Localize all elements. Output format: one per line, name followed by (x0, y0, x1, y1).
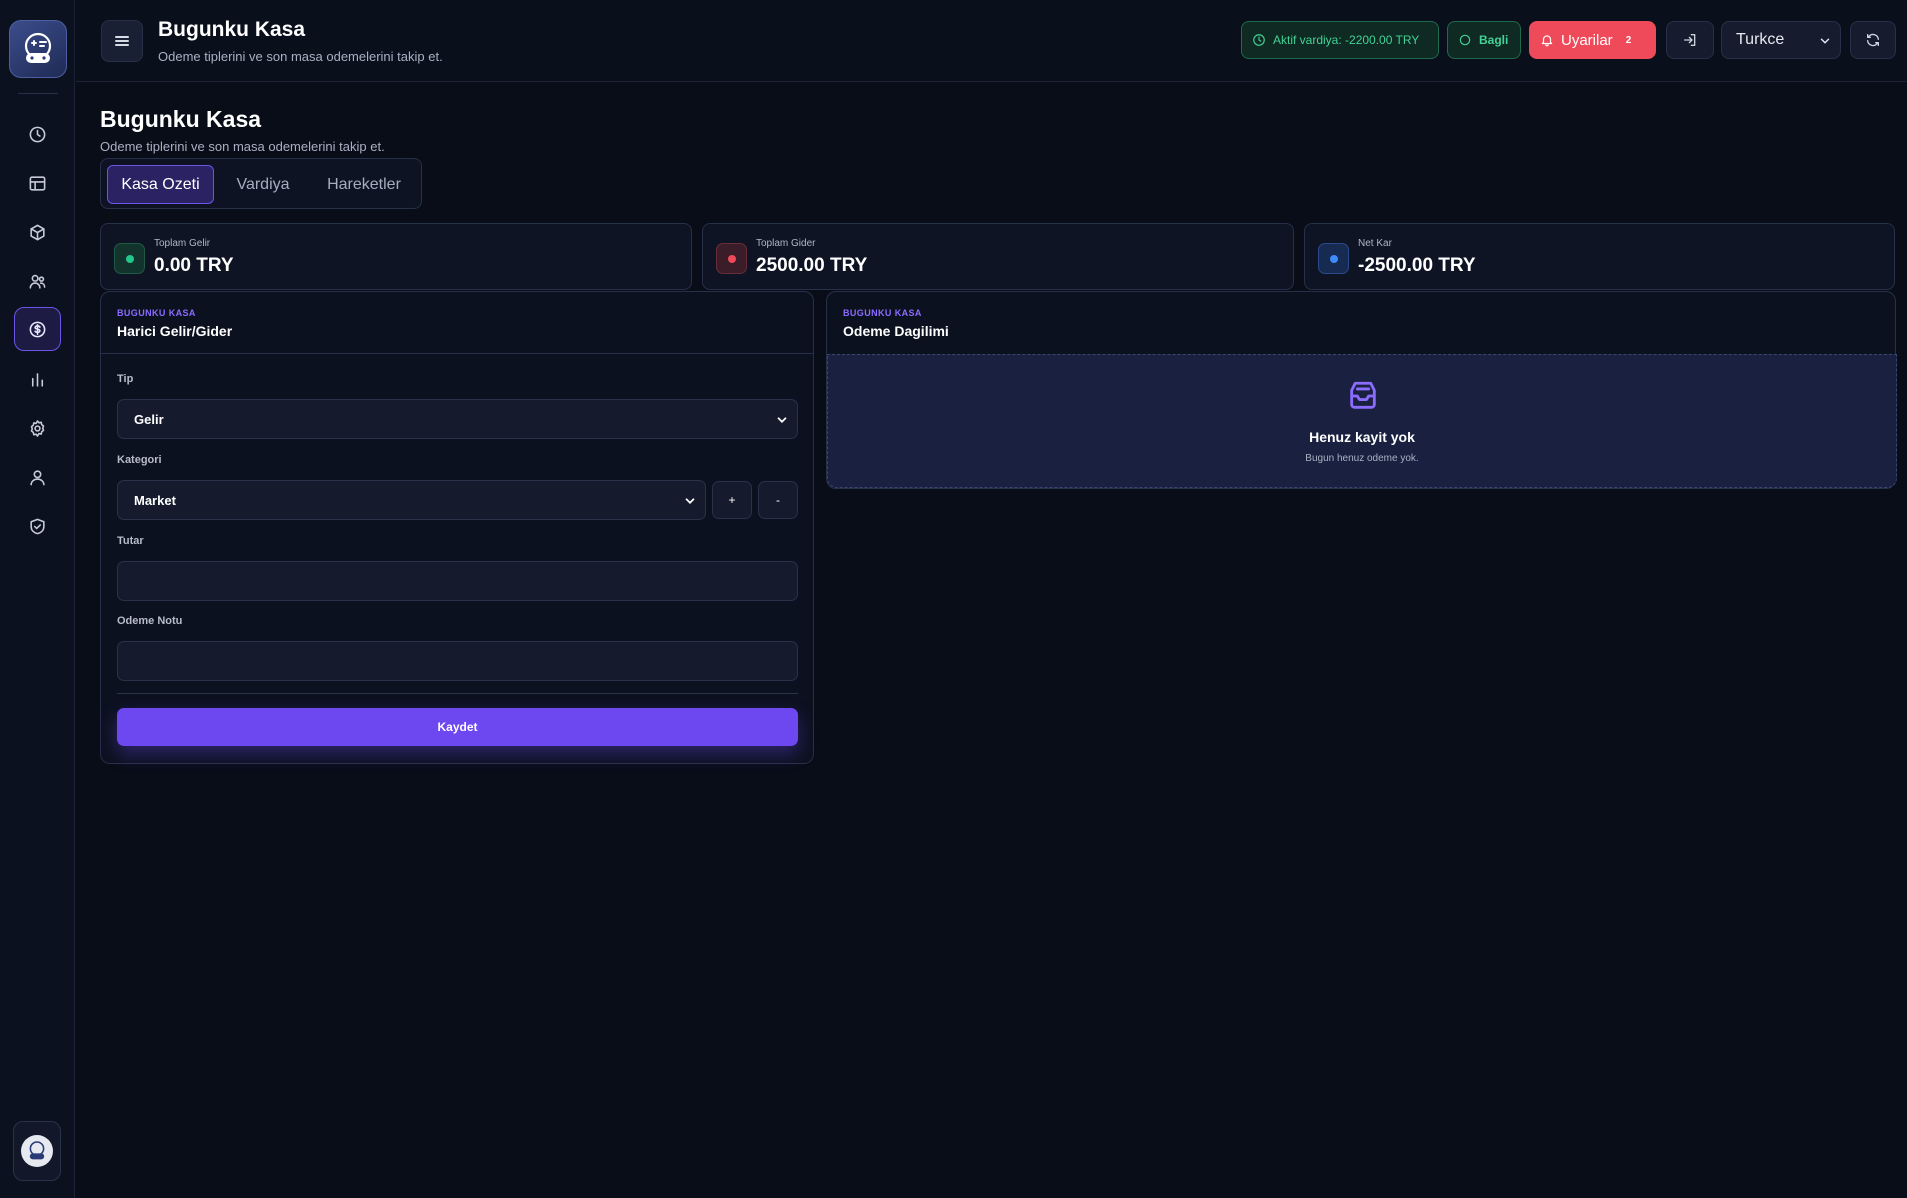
net-indicator-icon (1318, 243, 1349, 274)
tab-kasa-ozeti[interactable]: Kasa Ozeti (107, 165, 214, 204)
users-icon (29, 274, 46, 289)
dollar-icon (29, 321, 46, 337)
amount-input[interactable] (117, 561, 798, 601)
language-value: Turkce (1736, 31, 1785, 48)
avatar (21, 1135, 53, 1167)
category-select-value: Market (134, 492, 176, 508)
refresh-icon (1867, 33, 1879, 47)
language-select[interactable]: Turkce (1721, 21, 1841, 59)
status-circle-icon (1459, 34, 1471, 46)
remove-category-button[interactable]: - (758, 481, 798, 519)
stat-value: 2500.00 TRY (756, 255, 868, 276)
sidebar (0, 0, 75, 1198)
type-label: Tip (117, 373, 134, 385)
logout-button[interactable] (1666, 21, 1714, 59)
panel-title: Harici Gelir/Gider (117, 323, 233, 339)
sidebar-item-customers[interactable] (14, 259, 61, 303)
chevron-down-icon (777, 417, 787, 423)
connection-badge: Bagli (1447, 21, 1521, 59)
alerts-label: Uyarilar (1561, 31, 1613, 49)
sidebar-item-profile[interactable] (14, 455, 61, 499)
external-income-expense-panel: BUGUNKU KASA Harici Gelir/Gider Tip Geli… (100, 291, 814, 764)
stat-label: Toplam Gider (756, 238, 816, 249)
sidebar-item-cash[interactable] (14, 307, 61, 351)
page-subtitle: Odeme tiplerini ve son masa odemelerini … (100, 139, 385, 154)
sidebar-item-clock[interactable] (14, 112, 61, 156)
sidebar-item-reports[interactable] (14, 357, 61, 401)
stat-card-net-profit: Net Kar -2500.00 TRY (1304, 223, 1895, 290)
tab-vardiya[interactable]: Vardiya (222, 165, 304, 204)
gear-icon (30, 419, 45, 437)
shield-check-icon (30, 518, 45, 534)
sign-in-icon (1684, 34, 1696, 46)
type-select-value: Gelir (134, 411, 164, 427)
sidebar-item-security[interactable] (14, 504, 61, 548)
panel-eyebrow: BUGUNKU KASA (117, 308, 196, 318)
gamepad-avatar-icon (29, 1141, 45, 1160)
save-button[interactable]: Kaydet (117, 708, 798, 746)
hamburger-icon (115, 36, 129, 46)
clock-icon (1253, 34, 1265, 46)
panel-title: Odeme Dagilimi (843, 323, 949, 339)
note-label: Odeme Notu (117, 615, 183, 627)
alerts-button[interactable]: Uyarilar 2 (1529, 21, 1656, 59)
type-select[interactable]: Gelir (117, 399, 798, 439)
amount-label: Tutar (117, 535, 144, 547)
active-shift-badge[interactable]: Aktif vardiya: -2200.00 TRY (1241, 21, 1439, 59)
stat-label: Net Kar (1358, 238, 1392, 249)
tab-hareketler[interactable]: Hareketler (312, 165, 416, 204)
connection-text: Bagli (1479, 33, 1509, 47)
page-title: Bugunku Kasa (100, 106, 262, 132)
stat-value: 0.00 TRY (154, 255, 234, 276)
table-icon (29, 175, 46, 191)
app-logo[interactable] (9, 20, 67, 78)
sidebar-item-tables[interactable] (14, 161, 61, 205)
clock-icon (29, 126, 46, 142)
stat-card-expense: Toplam Gider 2500.00 TRY (702, 223, 1294, 290)
panel-eyebrow: BUGUNKU KASA (843, 308, 922, 318)
stat-label: Toplam Gelir (154, 238, 211, 249)
form-divider (117, 693, 798, 694)
category-label: Kategori (117, 454, 162, 466)
category-select[interactable]: Market (117, 480, 706, 520)
box-icon (30, 224, 45, 240)
panel-divider (101, 353, 813, 354)
empty-state-title: Henuz kayit yok (1309, 429, 1415, 445)
active-shift-text: Aktif vardiya: -2200.00 TRY (1273, 33, 1420, 47)
sidebar-divider (18, 93, 58, 94)
header-subtitle: Odeme tiplerini ve son masa odemelerini … (158, 49, 443, 64)
chevron-down-icon (1820, 38, 1830, 44)
expense-indicator-icon (716, 243, 747, 274)
user-icon (30, 469, 45, 485)
header-title: Bugunku Kasa (158, 18, 306, 41)
alerts-count-badge: 2 (1625, 34, 1632, 46)
top-bar: Bugunku Kasa Odeme tiplerini ve son masa… (76, 0, 1907, 82)
note-input[interactable] (117, 641, 798, 681)
sidebar-item-products[interactable] (14, 210, 61, 254)
add-category-button[interactable]: + (712, 481, 752, 519)
stat-value: -2500.00 TRY (1358, 255, 1476, 276)
tab-bar: Kasa Ozeti Vardiya Hareketler (100, 158, 422, 209)
stat-card-income: Toplam Gelir 0.00 TRY (100, 223, 692, 290)
bar-chart-icon (31, 372, 44, 387)
payment-distribution-panel: BUGUNKU KASA Odeme Dagilimi Henuz kayit … (826, 291, 1897, 489)
empty-state: Henuz kayit yok Bugun henuz odeme yok. (827, 354, 1897, 488)
empty-state-subtitle: Bugun henuz odeme yok. (1305, 453, 1419, 464)
inbox-icon (1350, 381, 1376, 409)
chevron-down-icon (685, 498, 695, 504)
gamepad-logo-icon (24, 32, 52, 63)
sidebar-item-settings[interactable] (14, 406, 61, 450)
income-indicator-icon (114, 243, 145, 274)
menu-toggle-button[interactable] (101, 20, 143, 62)
refresh-button[interactable] (1850, 21, 1896, 59)
bell-icon (1541, 35, 1553, 47)
user-avatar-button[interactable] (13, 1121, 61, 1181)
